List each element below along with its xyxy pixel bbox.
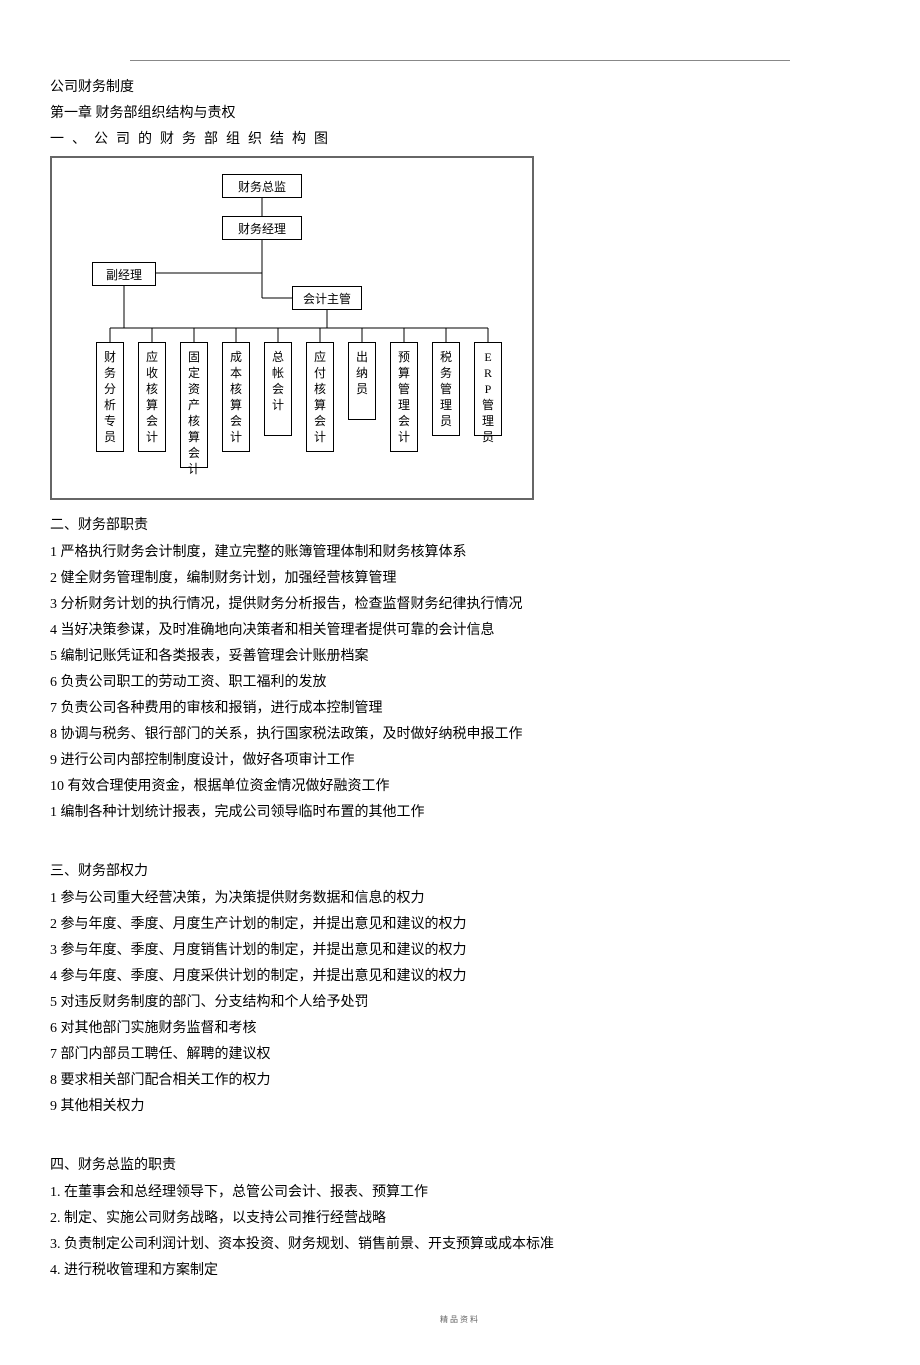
section3-item: 2 参与年度、季度、月度生产计划的制定，并提出意见和建议的权力 [50,912,870,938]
section2-item: 1 编制各种计划统计报表，完成公司领导临时布置的其他工作 [50,800,870,826]
section3-item: 8 要求相关部门配合相关工作的权力 [50,1068,870,1094]
org-node-director: 财务总监 [222,174,302,198]
section3-item: 7 部门内部员工聘任、解聘的建议权 [50,1042,870,1068]
org-node-supervisor: 会计主管 [292,286,362,310]
section2-item: 5 编制记账凭证和各类报表，妥善管理会计账册档案 [50,644,870,670]
footer-text: 精品资料 [50,1314,870,1325]
section3-item: 6 对其他部门实施财务监督和考核 [50,1016,870,1042]
section3-list: 1 参与公司重大经营决策，为决策提供财务数据和信息的权力2 参与年度、季度、月度… [50,886,870,1120]
section4-list: 1. 在董事会和总经理领导下，总管公司会计、报表、预算工作2. 制定、实施公司财… [50,1180,870,1284]
section3-item: 5 对违反财务制度的部门、分支结构和个人给予处罚 [50,990,870,1016]
section4-item: 4. 进行税收管理和方案制定 [50,1258,870,1284]
section3-item: 1 参与公司重大经营决策，为决策提供财务数据和信息的权力 [50,886,870,912]
section4-title: 四、财务总监的职责 [50,1154,870,1174]
section3-item: 9 其他相关权力 [50,1094,870,1120]
section3-item: 3 参与年度、季度、月度销售计划的制定，并提出意见和建议的权力 [50,938,870,964]
org-leaf: 应收核算会计 [138,342,166,452]
section2-item: 4 当好决策参谋，及时准确地向决策者和相关管理者提供可靠的会计信息 [50,618,870,644]
section4-item: 3. 负责制定公司利润计划、资本投资、财务规划、销售前景、开支预算或成本标准 [50,1232,870,1258]
org-leaf: 税务管理员 [432,342,460,436]
org-chart: 财务总监 财务经理 副经理 会计主管 财务分析专员应收核算会计固定资产核算会计成… [50,156,534,500]
section1-title: 一、公司的财务部组织结构图 [50,128,870,148]
section2-item: 3 分析财务计划的执行情况，提供财务分析报告，检查监督财务纪律执行情况 [50,592,870,618]
chapter-title: 第一章 财务部组织结构与责权 [50,102,870,122]
org-chart-lines [52,158,532,498]
section2-item: 7 负责公司各种费用的审核和报销，进行成本控制管理 [50,696,870,722]
section2-title: 二、财务部职责 [50,514,870,534]
org-node-deputy: 副经理 [92,262,156,286]
org-leaf: 成本核算会计 [222,342,250,452]
org-leaf: 应付核算会计 [306,342,334,452]
section2-item: 8 协调与税务、银行部门的关系，执行国家税法政策，及时做好纳税申报工作 [50,722,870,748]
org-leaf: 出纳员 [348,342,376,420]
section2-item: 1 严格执行财务会计制度，建立完整的账簿管理体制和财务核算体系 [50,540,870,566]
org-leaf: 总帐会计 [264,342,292,436]
top-rule [130,60,790,61]
section4-item: 1. 在董事会和总经理领导下，总管公司会计、报表、预算工作 [50,1180,870,1206]
section2-item: 2 健全财务管理制度，编制财务计划，加强经营核算管理 [50,566,870,592]
org-leaf: 固定资产核算会计 [180,342,208,468]
section3-title: 三、财务部权力 [50,860,870,880]
org-node-manager: 财务经理 [222,216,302,240]
section4-item: 2. 制定、实施公司财务战略，以支持公司推行经营战略 [50,1206,870,1232]
section3-item: 4 参与年度、季度、月度采供计划的制定，并提出意见和建议的权力 [50,964,870,990]
section2-item: 9 进行公司内部控制制度设计，做好各项审计工作 [50,748,870,774]
section2-item: 10 有效合理使用资金，根据单位资金情况做好融资工作 [50,774,870,800]
org-leaf: ERP管理员 [474,342,502,436]
section2-list: 1 严格执行财务会计制度，建立完整的账簿管理体制和财务核算体系2 健全财务管理制… [50,540,870,826]
org-leaf: 预算管理会计 [390,342,418,452]
section2-item: 6 负责公司职工的劳动工资、职工福利的发放 [50,670,870,696]
org-leaf: 财务分析专员 [96,342,124,452]
document-title: 公司财务制度 [50,76,870,96]
